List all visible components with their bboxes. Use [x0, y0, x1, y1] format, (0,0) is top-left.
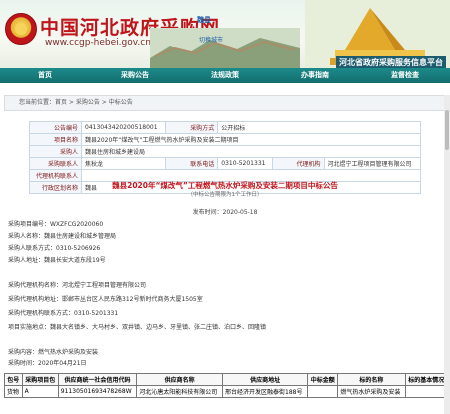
info-value: 焦秋龙	[80, 157, 167, 170]
detail-line: 采购项目编号：WXZFCG2020060	[8, 221, 104, 228]
column-header: 包号	[4, 373, 23, 386]
table-cell	[404, 385, 449, 398]
main-nav: 首页 采购公告 法规政策 办事指南 监督检查	[0, 68, 450, 83]
info-value: 公开招标	[217, 121, 421, 134]
site-url: www.ccgp-hebei.gov.cn	[45, 38, 151, 48]
info-row: 项目名称 魏县2020年“煤改气”工程燃气热水炉采购及安装二期项目	[29, 133, 421, 146]
column-header: 供应商地址	[222, 373, 309, 386]
detail-line: 采购内容：燃气热水炉采购及安装	[8, 349, 99, 356]
info-row: 采购人 魏县住房和城乡建设局	[29, 145, 421, 158]
detail-line: 采购时间：2020年04月21日	[8, 360, 87, 367]
breadcrumb: 您当前位置：首页 > 采购公告 > 中标公告	[4, 95, 446, 111]
info-key: 代理机构	[271, 157, 325, 170]
info-key: 采购方式	[165, 121, 219, 134]
table-cell: 燃气热水炉采购及安装	[337, 385, 406, 398]
table-cell: 911305016934782​68W	[57, 385, 138, 398]
column-header: 采购项目包	[21, 373, 59, 386]
info-key: 公告编号	[29, 121, 82, 134]
city-tag: 魏县	[197, 16, 211, 24]
announcement-subtitle: （中标公告期限为1个工作日）	[187, 192, 263, 198]
info-value: 河北煜宁工程项目管理有限公司	[323, 157, 422, 170]
nav-guide[interactable]: 办事指南	[270, 68, 360, 83]
table-cell	[307, 385, 339, 398]
detail-line: 采购代理机构地址：邯郸市丛台区人民东路312号新时代商务大厦1505室	[8, 296, 203, 303]
detail-line: 采购代理机构联系方式：0310-5201331	[8, 310, 119, 317]
detail-line: 项目实施地点：魏县大名镇乡、大马村乡、双井镇、边马乡、牙里镇、张二庄镇、泊口乡、…	[8, 324, 267, 331]
column-header: 中标金额	[307, 373, 339, 386]
detail-line: 采购人名称：魏县住房建设和城乡管理局	[8, 233, 117, 240]
nav-procurement-notices[interactable]: 采购公告	[90, 68, 180, 83]
column-header: 供应商名称	[136, 373, 224, 386]
detail-line: 采购人地址：魏县长安大道东段19号	[8, 257, 106, 264]
info-value: 魏县住房和城乡建设局	[81, 145, 421, 158]
publish-date: 发布时间：2020-05-18	[192, 209, 258, 216]
info-value: 0310-5201331	[217, 157, 273, 170]
info-key: 项目名称	[29, 133, 82, 146]
table-header-row: 包号 采购项目包 供应商统一社会信用代码 供应商名称 供应商地址 中标金额 标的…	[4, 373, 449, 386]
platform-name: 河北省政府采购服务信息平台	[336, 56, 446, 68]
nav-home[interactable]: 首页	[0, 68, 90, 83]
table-cell: A	[21, 385, 59, 398]
info-row: 采购联系人 焦秋龙 联系电话 0310-5201331 代理机构 河北煜宁工程项…	[29, 157, 422, 170]
info-value: 魏县2020年“煤改气”工程燃气热水炉采购及安装二期项目	[81, 133, 421, 146]
table-cell: 河北沁唐太阳能科技有限公司	[136, 385, 224, 398]
info-key: 采购联系人	[29, 157, 82, 170]
breadcrumb-path[interactable]: 首页 > 采购公告 > 中标公告	[55, 99, 133, 106]
table-cell: 货物	[4, 385, 23, 398]
info-value: 0413043420200518001	[80, 121, 167, 134]
result-table: 包号 采购项目包 供应商统一社会信用代码 供应商名称 供应商地址 中标金额 标的…	[4, 373, 449, 398]
emblem-logo	[5, 13, 37, 45]
table-cell: 邢台经济开发区融泰街188号	[222, 385, 309, 398]
column-header: 标的基本情况	[404, 373, 449, 386]
nav-supervision[interactable]: 监督检查	[360, 68, 450, 83]
column-header: 供应商统一社会信用代码	[57, 373, 138, 386]
table-row: 货物 A 911305016934782​68W 河北沁唐太阳能科技有限公司 邢…	[4, 385, 449, 398]
breadcrumb-label: 您当前位置：	[19, 99, 56, 106]
detail-line: 采购代理机构名称：河北煜宁工程项目管理有限公司	[8, 282, 147, 289]
column-header: 标的名称	[337, 373, 406, 386]
info-key: 联系电话	[165, 157, 219, 170]
info-key: 采购人	[29, 145, 82, 158]
detail-line: 采购人联系方式：0310-5206926	[8, 245, 101, 252]
info-row: 公告编号 0413043420200518001 采购方式 公开招标	[29, 121, 421, 134]
site-header: 中国河北政府采购网 www.ccgp-hebei.gov.cn 魏县 切换城市 …	[0, 0, 450, 68]
nav-regulations[interactable]: 法规政策	[180, 68, 270, 83]
city-switch-link[interactable]: 切换城市	[199, 35, 223, 44]
great-wall-illustration	[150, 28, 300, 68]
scrollbar-thumb[interactable]	[445, 110, 449, 150]
